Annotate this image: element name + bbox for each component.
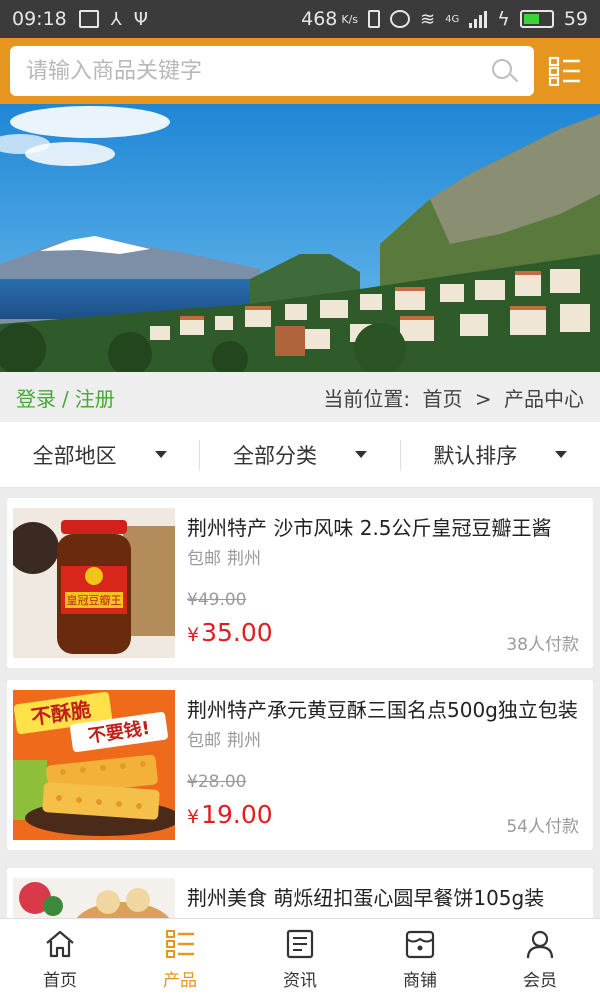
usb-icon: Ψ — [133, 8, 148, 30]
news-icon — [286, 929, 314, 959]
filter-region-label: 全部地区 — [32, 443, 117, 468]
breadcrumb: 当前位置: 首页 > 产品中心 — [323, 383, 584, 412]
currency-symbol: ¥ — [187, 806, 200, 828]
breadcrumb-current: 产品中心 — [504, 386, 584, 411]
price-value: 35.00 — [201, 618, 273, 647]
origin-tag: 荆州 — [227, 549, 261, 569]
breadcrumb-home[interactable]: 首页 — [423, 387, 463, 411]
search-input[interactable] — [26, 58, 490, 84]
filter-category[interactable]: 全部分类 — [199, 439, 399, 470]
product-card[interactable]: 不酥脆 不要钱! 荆州特产承元黄豆酥三国名点500g独立包装 包邮 荆州 ¥28.… — [7, 680, 593, 850]
tab-news-label: 资讯 — [283, 971, 317, 991]
sale-price: ¥19.00 — [187, 800, 273, 829]
chevron-down-icon — [154, 451, 167, 458]
network-type: 4G — [445, 13, 460, 25]
vibrate-icon — [368, 10, 381, 28]
signal-icon — [469, 10, 488, 28]
filter-bar: 全部地区 全部分类 默认排序 — [0, 422, 600, 488]
banner-image[interactable] — [0, 104, 600, 372]
tab-products-label: 产品 — [163, 971, 197, 991]
status-time: 09:18 — [12, 8, 67, 30]
sold-count: 54人付款 — [506, 817, 579, 837]
product-meta: 包邮 荆州 — [187, 726, 261, 751]
product-meta: 包邮 荆州 — [187, 544, 261, 569]
network-speed: 468 — [301, 8, 338, 30]
status-bar: 09:18 ⅄ Ψ 468 K/s ≋ 4G ϟ 59 — [0, 0, 600, 38]
user-icon — [526, 930, 554, 959]
product-image[interactable]: 皇冠豆瓣王 — [13, 508, 175, 658]
bottom-tab-bar: 首页 产品 资讯 商铺 会员 — [0, 918, 600, 1000]
tab-home-label: 首页 — [43, 971, 77, 991]
origin-tag: 荆州 — [227, 731, 261, 751]
battery-percent: 59 — [563, 8, 588, 30]
original-price: ¥49.00 — [187, 590, 247, 610]
currency-symbol: ¥ — [187, 624, 200, 646]
sold-count: 38人付款 — [506, 635, 579, 655]
home-icon — [46, 930, 74, 958]
filter-sort[interactable]: 默认排序 — [399, 439, 600, 470]
tab-member[interactable]: 会员 — [480, 919, 600, 1000]
search-box[interactable] — [10, 46, 534, 96]
login-link[interactable]: 登录 — [16, 387, 56, 411]
battery-icon — [519, 10, 554, 28]
original-price: ¥28.00 — [187, 772, 247, 792]
network-speed-unit: K/s — [341, 12, 359, 26]
search-header — [0, 38, 600, 104]
tab-home[interactable]: 首页 — [0, 919, 120, 1000]
sale-price: ¥35.00 — [187, 618, 273, 647]
product-card[interactable]: 皇冠豆瓣王 荆州特产 沙市风味 2.5公斤皇冠豆瓣王酱 包邮 荆州 ¥49.00 … — [7, 498, 593, 668]
search-icon[interactable] — [490, 57, 519, 85]
tab-products[interactable]: 产品 — [120, 919, 240, 1000]
alarm-icon — [390, 10, 411, 28]
price-value: 19.00 — [201, 800, 273, 829]
chevron-down-icon — [354, 451, 367, 458]
list-menu-icon[interactable] — [548, 56, 582, 86]
share-icon: ⅄ — [110, 8, 122, 30]
tab-shop-label: 商铺 — [403, 971, 437, 991]
product-card[interactable]: 荆州美食 萌烁纽扣蛋心圆早餐饼105g装 — [7, 868, 593, 918]
shipping-tag: 包邮 — [187, 731, 221, 751]
product-title[interactable]: 荆州特产承元黄豆酥三国名点500g独立包装 — [187, 694, 583, 723]
wifi-icon: ≋ — [420, 8, 436, 30]
login-divider: / — [62, 386, 69, 411]
product-title[interactable]: 荆州特产 沙市风味 2.5公斤皇冠豆瓣王酱 — [187, 512, 583, 541]
shop-icon — [405, 930, 435, 959]
tab-news[interactable]: 资讯 — [240, 919, 360, 1000]
tab-shop[interactable]: 商铺 — [360, 919, 480, 1000]
filter-region[interactable]: 全部地区 — [0, 440, 199, 470]
login-register: 登录 / 注册 — [16, 383, 115, 412]
register-link[interactable]: 注册 — [75, 387, 115, 411]
charging-icon: ϟ — [497, 8, 510, 30]
product-image[interactable]: 不酥脆 不要钱! — [13, 690, 175, 840]
tab-member-label: 会员 — [523, 971, 557, 991]
gallery-icon — [78, 10, 99, 28]
breadcrumb-prefix: 当前位置: — [323, 386, 411, 411]
breadcrumb-separator: > — [474, 386, 492, 411]
product-image-label: 皇冠豆瓣王 — [67, 593, 122, 607]
product-title[interactable]: 荆州美食 萌烁纽扣蛋心圆早餐饼105g装 — [187, 882, 583, 911]
product-list: 皇冠豆瓣王 荆州特产 沙市风味 2.5公斤皇冠豆瓣王酱 包邮 荆州 ¥49.00 … — [0, 488, 600, 918]
chevron-down-icon — [555, 451, 568, 458]
filter-category-label: 全部分类 — [232, 443, 317, 468]
product-image[interactable] — [13, 878, 175, 918]
breadcrumb-bar: 登录 / 注册 当前位置: 首页 > 产品中心 — [0, 372, 600, 422]
filter-sort-label: 默认排序 — [433, 443, 518, 468]
shipping-tag: 包邮 — [187, 549, 221, 569]
product-list-icon — [166, 930, 194, 958]
